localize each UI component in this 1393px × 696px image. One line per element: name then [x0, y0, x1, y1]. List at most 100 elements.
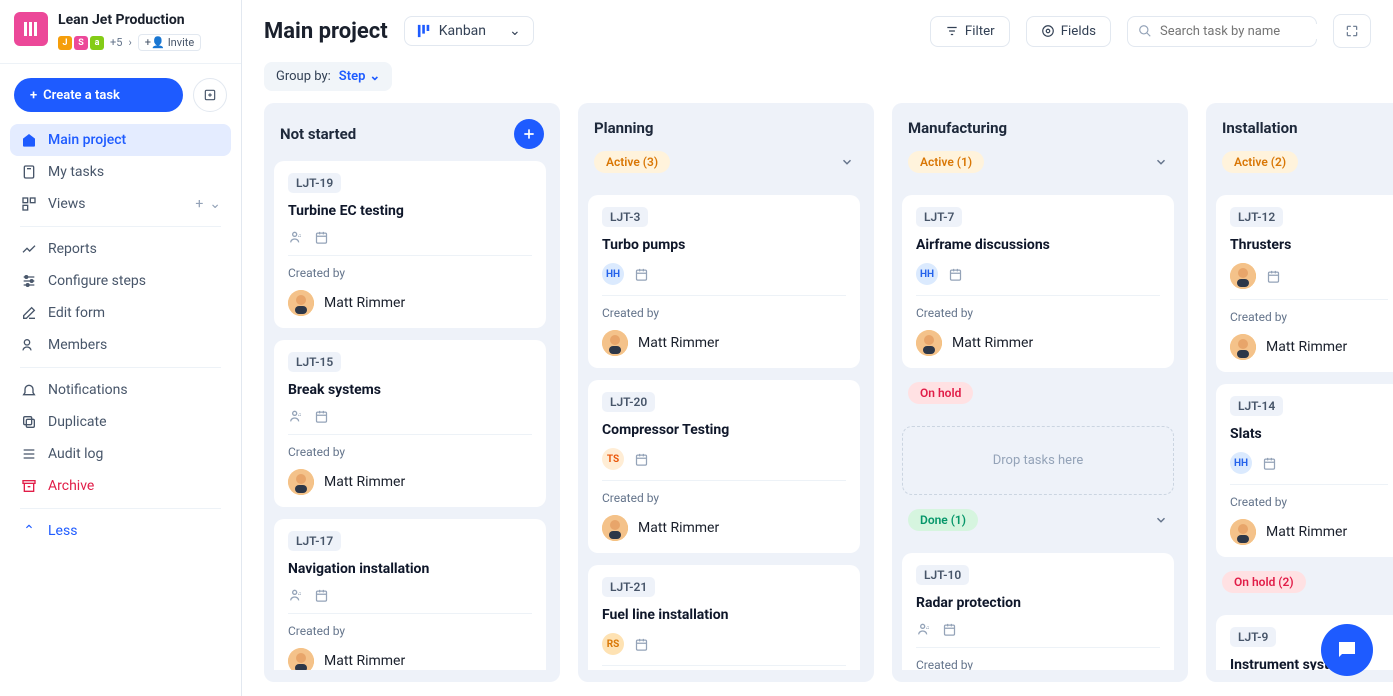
search-box[interactable] [1127, 16, 1317, 47]
plus-icon[interactable]: + [195, 196, 203, 212]
create-aux-button[interactable] [193, 78, 227, 112]
assignee-avatar[interactable] [1230, 263, 1256, 289]
creator-avatar [1230, 519, 1256, 545]
filter-label: Filter [965, 24, 995, 39]
calendar-icon[interactable] [314, 588, 329, 603]
column-title: Installation [1222, 119, 1298, 137]
status-pill: Done (1) [908, 509, 978, 531]
calendar-icon[interactable] [314, 409, 329, 424]
card-list: Active (2) LJT-12 Thrusters Created by M… [1216, 149, 1393, 670]
assignee-chip[interactable]: RS [602, 633, 624, 655]
creator-avatar [602, 330, 628, 356]
status-group-header[interactable]: Active (1) [902, 149, 1174, 183]
assignee-chip[interactable]: HH [602, 263, 624, 285]
task-title: Compressor Testing [602, 422, 846, 438]
edit-icon [20, 305, 38, 321]
clipboard-icon [20, 164, 38, 180]
chevron-down-icon[interactable] [1154, 155, 1168, 169]
workspace-more-count[interactable]: +5 [110, 36, 122, 49]
chevron-down-icon[interactable]: ⌄ [209, 196, 221, 212]
sidebar-item-duplicate[interactable]: Duplicate [10, 406, 231, 438]
add-assignee-icon[interactable] [288, 587, 304, 603]
task-tag: LJT-14 [1230, 396, 1283, 416]
workspace-avatars: J S a [58, 36, 104, 50]
assignee-chip[interactable]: TS [602, 448, 624, 470]
calendar-icon[interactable] [634, 637, 649, 652]
status-group-header: On hold [902, 380, 1174, 414]
status-group-header[interactable]: Done (1) [902, 507, 1174, 541]
assignee-chip[interactable]: HH [916, 263, 938, 285]
add-assignee-icon[interactable] [288, 229, 304, 245]
status-group-header: On hold (2) [1216, 569, 1393, 603]
sidebar-item-main-project[interactable]: Main project [10, 124, 231, 156]
sidebar-item-edit-form[interactable]: Edit form [10, 297, 231, 329]
card-list: LJT-19 Turbine EC testing Created by Mat… [274, 161, 550, 670]
kanban-column: Planning Active (3) LJT-3 Turbo pumps HH… [578, 103, 874, 682]
expand-button[interactable] [1333, 14, 1371, 48]
task-card[interactable]: LJT-17 Navigation installation Created b… [274, 519, 546, 670]
task-card[interactable]: LJT-21 Fuel line installation RS Created… [588, 565, 860, 670]
task-card[interactable]: LJT-20 Compressor Testing TS Created by … [588, 380, 860, 553]
task-card[interactable]: LJT-15 Break systems Created by Matt Rim… [274, 340, 546, 507]
chart-icon [20, 241, 38, 257]
search-input[interactable] [1160, 24, 1326, 39]
chevron-down-icon[interactable] [1154, 513, 1168, 527]
calendar-icon[interactable] [634, 452, 649, 467]
sidebar-item-configure-steps[interactable]: Configure steps [10, 265, 231, 297]
chat-fab[interactable] [1321, 624, 1373, 676]
chevron-up-icon: ⌃ [20, 523, 38, 539]
calendar-icon[interactable] [1266, 269, 1281, 284]
add-task-button[interactable] [514, 119, 544, 149]
task-card[interactable]: LJT-10 Radar protection Created by Matt … [902, 553, 1174, 670]
group-by-label: Group by: [276, 69, 331, 84]
create-task-button[interactable]: + Create a task [14, 78, 183, 112]
fields-button[interactable]: Fields [1026, 16, 1111, 47]
sidebar-item-my-tasks[interactable]: My tasks [10, 156, 231, 188]
calendar-icon[interactable] [634, 267, 649, 282]
sidebar-item-less[interactable]: ⌃ Less [10, 515, 231, 547]
task-tag: LJT-15 [288, 352, 341, 372]
filter-button[interactable]: Filter [930, 16, 1010, 47]
workspace-title: Lean Jet Production [58, 12, 227, 28]
list-icon [20, 446, 38, 462]
drop-zone[interactable]: Drop tasks here [902, 426, 1174, 495]
calendar-icon[interactable] [314, 230, 329, 245]
created-by-label: Created by [602, 491, 846, 505]
task-card[interactable]: LJT-7 Airframe discussions HH Created by… [902, 195, 1174, 368]
task-card[interactable]: LJT-12 Thrusters Created by Matt Rimmer [1216, 195, 1393, 372]
chevron-down-icon[interactable] [840, 155, 854, 169]
view-mode-select[interactable]: Kanban ⌄ [404, 16, 534, 46]
calendar-icon[interactable] [948, 267, 963, 282]
created-by-label: Created by [288, 445, 532, 459]
sidebar: Lean Jet Production J S a +5 › +👤Invite … [0, 0, 242, 696]
sidebar-item-notifications[interactable]: Notifications [10, 374, 231, 406]
task-card[interactable]: LJT-19 Turbine EC testing Created by Mat… [274, 161, 546, 328]
creator-name: Matt Rimmer [324, 295, 405, 311]
sidebar-item-audit-log[interactable]: Audit log [10, 438, 231, 470]
kanban-column: Manufacturing Active (1) LJT-7 Airframe … [892, 103, 1188, 682]
task-tag: LJT-19 [288, 173, 341, 193]
invite-button[interactable]: +👤Invite [138, 34, 201, 51]
sidebar-item-label: Duplicate [48, 414, 107, 430]
sidebar-item-label: Audit log [48, 446, 103, 462]
task-card[interactable]: LJT-14 Slats HH Created by Matt Rimmer [1216, 384, 1393, 557]
created-by-label: Created by [1230, 310, 1388, 324]
sidebar-item-reports[interactable]: Reports [10, 233, 231, 265]
task-title: Break systems [288, 382, 532, 398]
add-assignee-icon[interactable] [288, 408, 304, 424]
sidebar-item-label: Members [48, 337, 107, 353]
task-title: Navigation installation [288, 561, 532, 577]
creator-avatar [288, 648, 314, 670]
sidebar-item-archive[interactable]: Archive [10, 470, 231, 502]
creator-name: Matt Rimmer [1266, 524, 1347, 540]
group-by-control[interactable]: Group by: Step⌄ [264, 62, 392, 91]
task-card[interactable]: LJT-3 Turbo pumps HH Created by Matt Rim… [588, 195, 860, 368]
add-assignee-icon[interactable] [916, 621, 932, 637]
assignee-chip[interactable]: HH [1230, 452, 1252, 474]
sidebar-item-members[interactable]: Members [10, 329, 231, 361]
calendar-icon[interactable] [1262, 456, 1277, 471]
task-tag: LJT-10 [916, 565, 969, 585]
status-group-header[interactable]: Active (3) [588, 149, 860, 183]
sidebar-item-views[interactable]: Views +⌄ [10, 188, 231, 220]
calendar-icon[interactable] [942, 622, 957, 637]
